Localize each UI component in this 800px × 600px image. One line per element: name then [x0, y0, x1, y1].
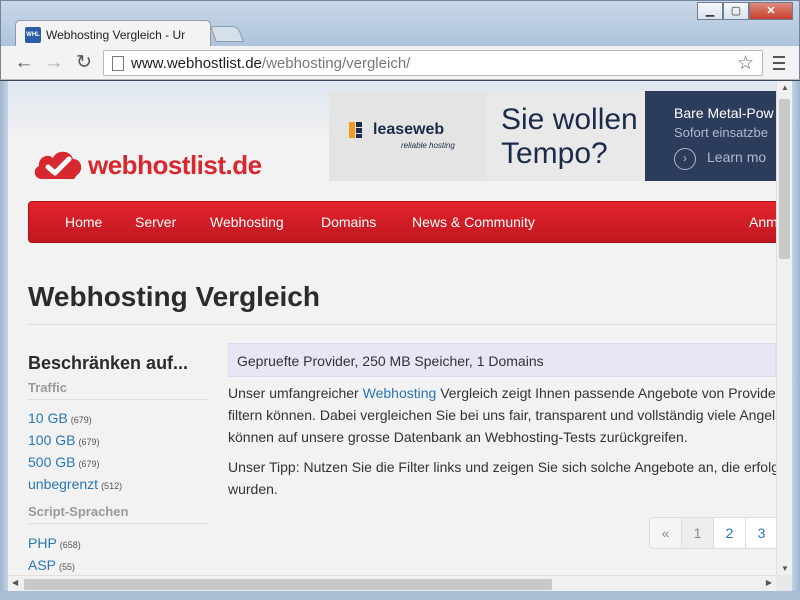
back-arrow-icon[interactable]: ←	[13, 52, 35, 74]
facet-heading-script-languages: Script-Sprachen	[28, 504, 129, 519]
pagination: « 1 2 3	[649, 517, 776, 549]
nav-item-webhosting[interactable]: Webhosting	[210, 214, 284, 230]
chevron-right-icon: ›	[674, 148, 696, 170]
logo-text: webhostlist.de	[88, 149, 262, 180]
nav-item-news-community[interactable]: News & Community	[412, 214, 535, 230]
facet-link-traffic[interactable]: 100 GB (679)	[28, 432, 100, 448]
banner-headline-2: Tempo?	[501, 137, 608, 170]
page-title: Webhosting Vergleich	[28, 281, 320, 312]
facet-heading-traffic: Traffic	[28, 380, 68, 395]
pagination-page[interactable]: 2	[713, 517, 746, 549]
web-page: webhostlist.de leaseweb reliable hosting…	[8, 81, 776, 575]
page-icon	[112, 56, 124, 71]
bookmark-star-icon[interactable]: ☆	[737, 52, 754, 75]
browser-toolbar: ← → ↻ www.webhostlist.de/webhosting/verg…	[0, 46, 800, 80]
scroll-down-icon[interactable]: ▼	[777, 564, 793, 573]
scroll-up-icon[interactable]: ▲	[777, 83, 793, 92]
vertical-scroll-thumb[interactable]	[779, 99, 790, 259]
cloud-check-icon	[34, 151, 82, 179]
banner-learn-more: Learn mo	[707, 149, 767, 165]
sidebar-title: Beschränken auf...	[28, 353, 189, 373]
tip-paragraph: Unser Tipp: Nutzen Sie die Filter links …	[228, 459, 776, 497]
facet-link-traffic[interactable]: 500 GB (679)	[28, 454, 100, 470]
banner-right-line-2: Sofort einsatzbe	[674, 125, 768, 140]
scroll-left-icon[interactable]: ◀	[12, 578, 18, 587]
leaseweb-logo-icon	[349, 122, 362, 138]
horizontal-scroll-thumb[interactable]	[24, 579, 552, 590]
divider	[28, 324, 776, 325]
close-window-button[interactable]: ✕	[749, 2, 793, 20]
site-favicon-icon: WHL	[25, 27, 41, 43]
nav-item-home[interactable]: Home	[65, 214, 102, 230]
horizontal-scrollbar[interactable]: ◀ ▶	[8, 575, 776, 591]
new-tab-button[interactable]	[210, 26, 244, 42]
browser-tab[interactable]: WHL Webhosting Vergleich - Ur	[15, 20, 211, 47]
vertical-scrollbar[interactable]: ▲ ▼	[776, 81, 792, 575]
banner-tagline: reliable hosting	[401, 141, 455, 150]
pagination-prev-button[interactable]: «	[649, 517, 682, 549]
filter-summary-text: Gepruefte Provider, 250 MB Speicher, 1 D…	[237, 353, 544, 369]
scroll-right-icon[interactable]: ▶	[766, 578, 772, 587]
active-filter-summary: Gepruefte Provider, 250 MB Speicher, 1 D…	[228, 343, 776, 377]
window-frame-right	[792, 81, 800, 600]
page-viewport: webhostlist.de leaseweb reliable hosting…	[8, 81, 776, 575]
main-navigation: Home Server Webhosting Domains News & Co…	[28, 201, 776, 243]
banner-brand: leaseweb	[373, 121, 445, 138]
maximize-button[interactable]: ▢	[723, 2, 749, 20]
window-titlebar: WHL Webhosting Vergleich - Ur ▁ ▢ ✕	[0, 0, 800, 47]
intro-paragraph: Unser umfangreicher Webhosting Vergleich…	[228, 385, 776, 445]
reload-icon[interactable]: ↻	[73, 52, 95, 74]
facet-link-traffic[interactable]: 10 GB (679)	[28, 410, 92, 426]
nav-item-login[interactable]: Anm	[749, 214, 776, 230]
site-logo[interactable]: webhostlist.de	[32, 145, 262, 185]
facet-link-script[interactable]: ASP (55)	[28, 557, 75, 573]
url-text: www.webhostlist.de/webhosting/vergleich/	[131, 55, 411, 72]
webhosting-link[interactable]: Webhosting	[363, 385, 437, 401]
banner-right-line-1: Bare Metal-Pow	[674, 105, 774, 121]
facet-link-script[interactable]: PHP (658)	[28, 535, 81, 551]
facet-link-traffic[interactable]: unbegrenzt (512)	[28, 476, 122, 492]
chrome-menu-icon[interactable]	[769, 52, 789, 74]
ad-banner[interactable]: leaseweb reliable hosting Sie wollen Tem…	[329, 91, 776, 181]
window-frame-left	[0, 81, 8, 600]
pagination-page[interactable]: 3	[745, 517, 776, 549]
banner-headline-1: Sie wollen	[501, 103, 638, 136]
minimize-button[interactable]: ▁	[697, 2, 723, 20]
forward-arrow-icon[interactable]: →	[43, 52, 65, 74]
nav-item-server[interactable]: Server	[135, 214, 176, 230]
pagination-page[interactable]: 1	[681, 517, 714, 549]
tab-title: Webhosting Vergleich - Ur	[46, 28, 186, 42]
nav-item-domains[interactable]: Domains	[321, 214, 376, 230]
window-frame-bottom	[0, 591, 800, 600]
address-bar[interactable]: www.webhostlist.de/webhosting/vergleich/…	[103, 50, 763, 76]
